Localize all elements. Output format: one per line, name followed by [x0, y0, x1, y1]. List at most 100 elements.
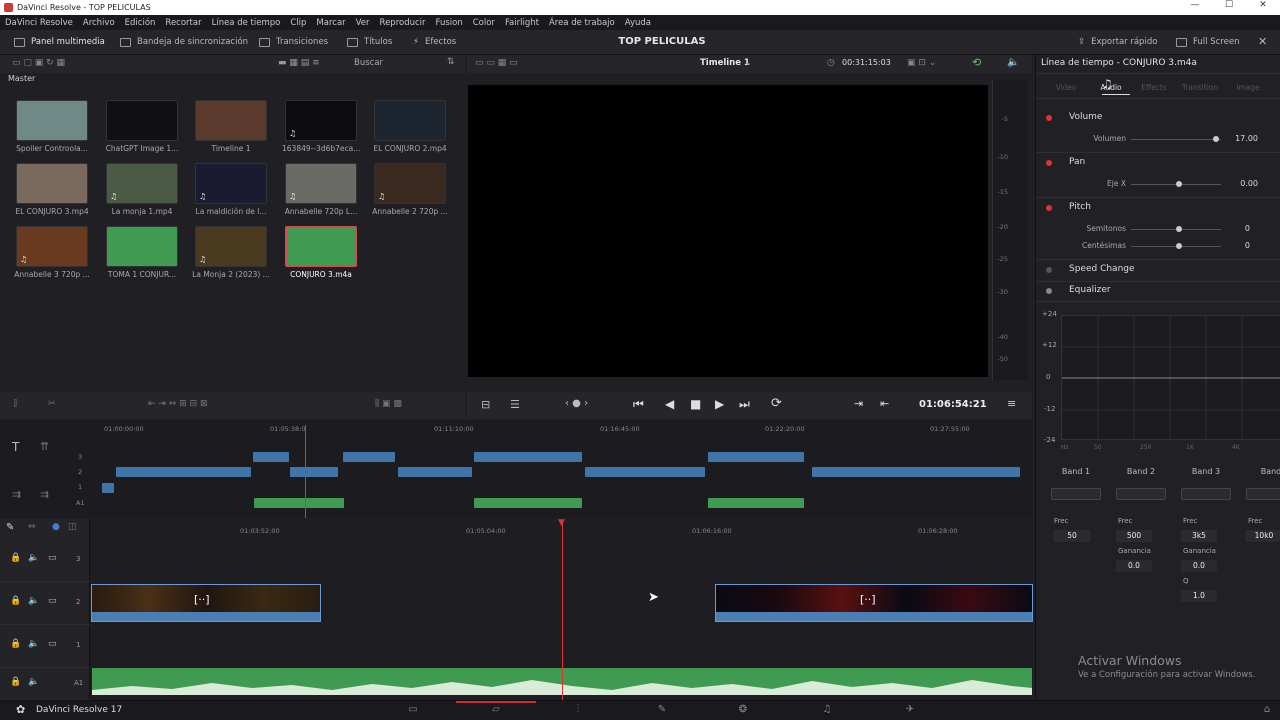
media-clip[interactable]: EL CONJURO 2.mp4 [373, 100, 447, 153]
mini-clip[interactable] [253, 452, 289, 462]
menu-resolve[interactable]: DaVinci Resolve [5, 18, 73, 28]
chevron-down-icon[interactable]: ⌄ [744, 58, 752, 68]
menu-fusion[interactable]: Fusion [436, 18, 463, 28]
home-icon[interactable]: ⌂ [1252, 704, 1280, 715]
tab-transition[interactable]: Transition [1180, 83, 1220, 92]
mediapool-nav-icons[interactable]: ▭ ▢ ▣ ↻ ▦ [12, 58, 65, 68]
jog-control-icon[interactable]: ‹ ● › [565, 398, 588, 409]
band-3-type-select[interactable] [1181, 488, 1231, 500]
mini-audio-clip[interactable] [708, 498, 804, 508]
mini-clip[interactable] [290, 467, 338, 477]
fairlight-page-icon[interactable]: ♫ [812, 704, 842, 715]
minimize-button[interactable]: — [1178, 0, 1212, 15]
mini-playhead[interactable] [305, 425, 306, 518]
media-clip[interactable]: Spoiler Controola... [16, 100, 88, 153]
playhead-marker-icon[interactable]: ▼ [558, 518, 565, 528]
equalizer-graph[interactable] [1061, 315, 1280, 441]
lock-icon[interactable]: 🔒 [10, 639, 21, 649]
view-mode-icons[interactable]: ▬ ▦ ▤ ≡ [278, 58, 320, 68]
mini-clip[interactable] [812, 467, 1020, 477]
bandeja-sincronizacion-button[interactable]: Bandeja de sincronización [120, 37, 248, 47]
link-icon[interactable]: ⇔ [28, 522, 36, 532]
video-viewer[interactable] [468, 85, 988, 377]
efectos-button[interactable]: ⚡ Efectos [413, 37, 456, 47]
menu-ver[interactable]: Ver [356, 18, 370, 28]
volume-value[interactable]: 17.00 [1218, 134, 1258, 143]
track-options2-icon[interactable]: ⇉ [40, 488, 49, 501]
menu-edicion[interactable]: Edición [125, 18, 156, 28]
pan-knob[interactable] [1176, 181, 1182, 187]
track-v3[interactable]: 🔒 🔈 ▭ 3 [0, 539, 90, 582]
mini-clip[interactable] [343, 452, 395, 462]
menu-linea-de-tiempo[interactable]: Línea de tiempo [212, 18, 281, 28]
tab-image[interactable]: Image [1228, 83, 1268, 92]
media-clip[interactable]: TOMA 1 CONJUR... [106, 226, 178, 279]
menu-marcar[interactable]: Marcar [316, 18, 345, 28]
text-tool-icon[interactable]: T [12, 440, 19, 454]
mini-clip[interactable] [708, 452, 804, 462]
video-clip[interactable]: [··] [91, 584, 321, 622]
media-clip[interactable]: ♫ Annabelle 2 720p ... [372, 163, 448, 216]
media-clip[interactable]: ChatGPT Image 1... [106, 100, 178, 153]
menu-ayuda[interactable]: Ayuda [625, 18, 651, 28]
track-v2[interactable]: 🔒 🔈 ▭ 2 [0, 582, 90, 625]
mini-timeline[interactable]: 01:00:00:00 01:05:38:0 01:11:10:00 01:16… [0, 420, 1032, 518]
fusion-page-icon[interactable]: ✎ [647, 704, 677, 715]
bin-master-label[interactable]: Master [0, 74, 465, 88]
band-4-type-select[interactable] [1246, 488, 1280, 500]
loop-sync-icon[interactable]: ⟲ [972, 56, 981, 69]
audio-enable-icon[interactable]: 🔈 [28, 677, 39, 687]
go-to-start-icon[interactable]: ⏮ [633, 397, 644, 412]
track-options-icon[interactable]: ⇉ [12, 488, 21, 501]
video-enable-icon[interactable]: ▭ [48, 553, 57, 563]
semitonos-slider[interactable] [1131, 226, 1221, 232]
media-clip[interactable]: ♫ La maldición de l... [195, 163, 267, 216]
mixer-icon[interactable]: ⇈ [40, 440, 49, 453]
eq-enable-dot[interactable] [1046, 288, 1052, 294]
menu-reproducir[interactable]: Reproducir [380, 18, 426, 28]
panel-multimedia-button[interactable]: Panel multimedia [14, 37, 105, 47]
band-2-frec-value[interactable]: 500 [1116, 530, 1152, 542]
options-menu-icon[interactable]: ≡ [1007, 397, 1016, 410]
equalizer-section[interactable]: Equalizer [1069, 285, 1111, 295]
band-2-gain-value[interactable]: 0.0 [1116, 560, 1152, 572]
media-clip[interactable]: EL CONJURO 3.mp4 [15, 163, 89, 216]
menu-clip[interactable]: Clip [290, 18, 306, 28]
close-button[interactable]: ✕ [1246, 0, 1280, 15]
pencil-icon[interactable]: ✎ [6, 522, 14, 533]
band-2-type-select[interactable] [1116, 488, 1166, 500]
mark-out-icon[interactable]: ⇤ [880, 397, 889, 410]
transiciones-button[interactable]: Transiciones [259, 37, 328, 47]
razor-icon[interactable]: ✂ [48, 399, 56, 409]
inspector-toggle-icon[interactable]: ✕ [1258, 35, 1267, 48]
pan-slider[interactable] [1131, 181, 1221, 187]
speaker-icon[interactable]: 🔈 [1007, 57, 1019, 68]
speed-enable-dot[interactable] [1046, 267, 1052, 273]
lock-icon[interactable]: 🔒 [10, 596, 21, 606]
media-clip[interactable]: Timeline 1 [195, 100, 267, 153]
append-tools-icons[interactable]: ⫼ ▣ ▩ [375, 399, 402, 409]
sort-icon[interactable]: ⇅ [447, 57, 455, 67]
band-4-frec-value[interactable]: 10k0 [1246, 530, 1280, 542]
menu-color[interactable]: Color [473, 18, 495, 28]
mini-audio-clip[interactable] [474, 498, 582, 508]
full-screen-button[interactable]: Full Screen [1176, 37, 1239, 47]
mini-clip[interactable] [116, 467, 251, 477]
loop-icon[interactable]: ⟳ [771, 396, 782, 411]
edit-page-icon[interactable]: ⫶ [563, 704, 593, 715]
lock-icon[interactable]: 🔒 [10, 553, 21, 563]
semitonos-knob[interactable] [1176, 226, 1182, 232]
band-3-q-value[interactable]: 1.0 [1181, 590, 1217, 602]
viewer-options-icons[interactable]: ▣ ⊡ ⌄ [907, 58, 936, 68]
exportar-rapido-button[interactable]: ⇪ Exportar rápido [1078, 37, 1157, 47]
menu-recortar[interactable]: Recortar [165, 18, 201, 28]
pitch-section[interactable]: Pitch [1069, 202, 1091, 212]
speed-change-section[interactable]: Speed Change [1069, 264, 1135, 274]
media-clip[interactable]: ♫ La monja 1.mp4 [106, 163, 178, 216]
band-3-frec-value[interactable]: 3k5 [1181, 530, 1217, 542]
stop-icon[interactable]: ■ [690, 397, 701, 411]
go-to-end-icon[interactable]: ⏭ [739, 397, 750, 412]
audio-enable-icon[interactable]: 🔈 [28, 553, 39, 563]
media-clip[interactable]: CONJURO 3.m4a [285, 226, 357, 279]
band-3-gain-value[interactable]: 0.0 [1181, 560, 1217, 572]
